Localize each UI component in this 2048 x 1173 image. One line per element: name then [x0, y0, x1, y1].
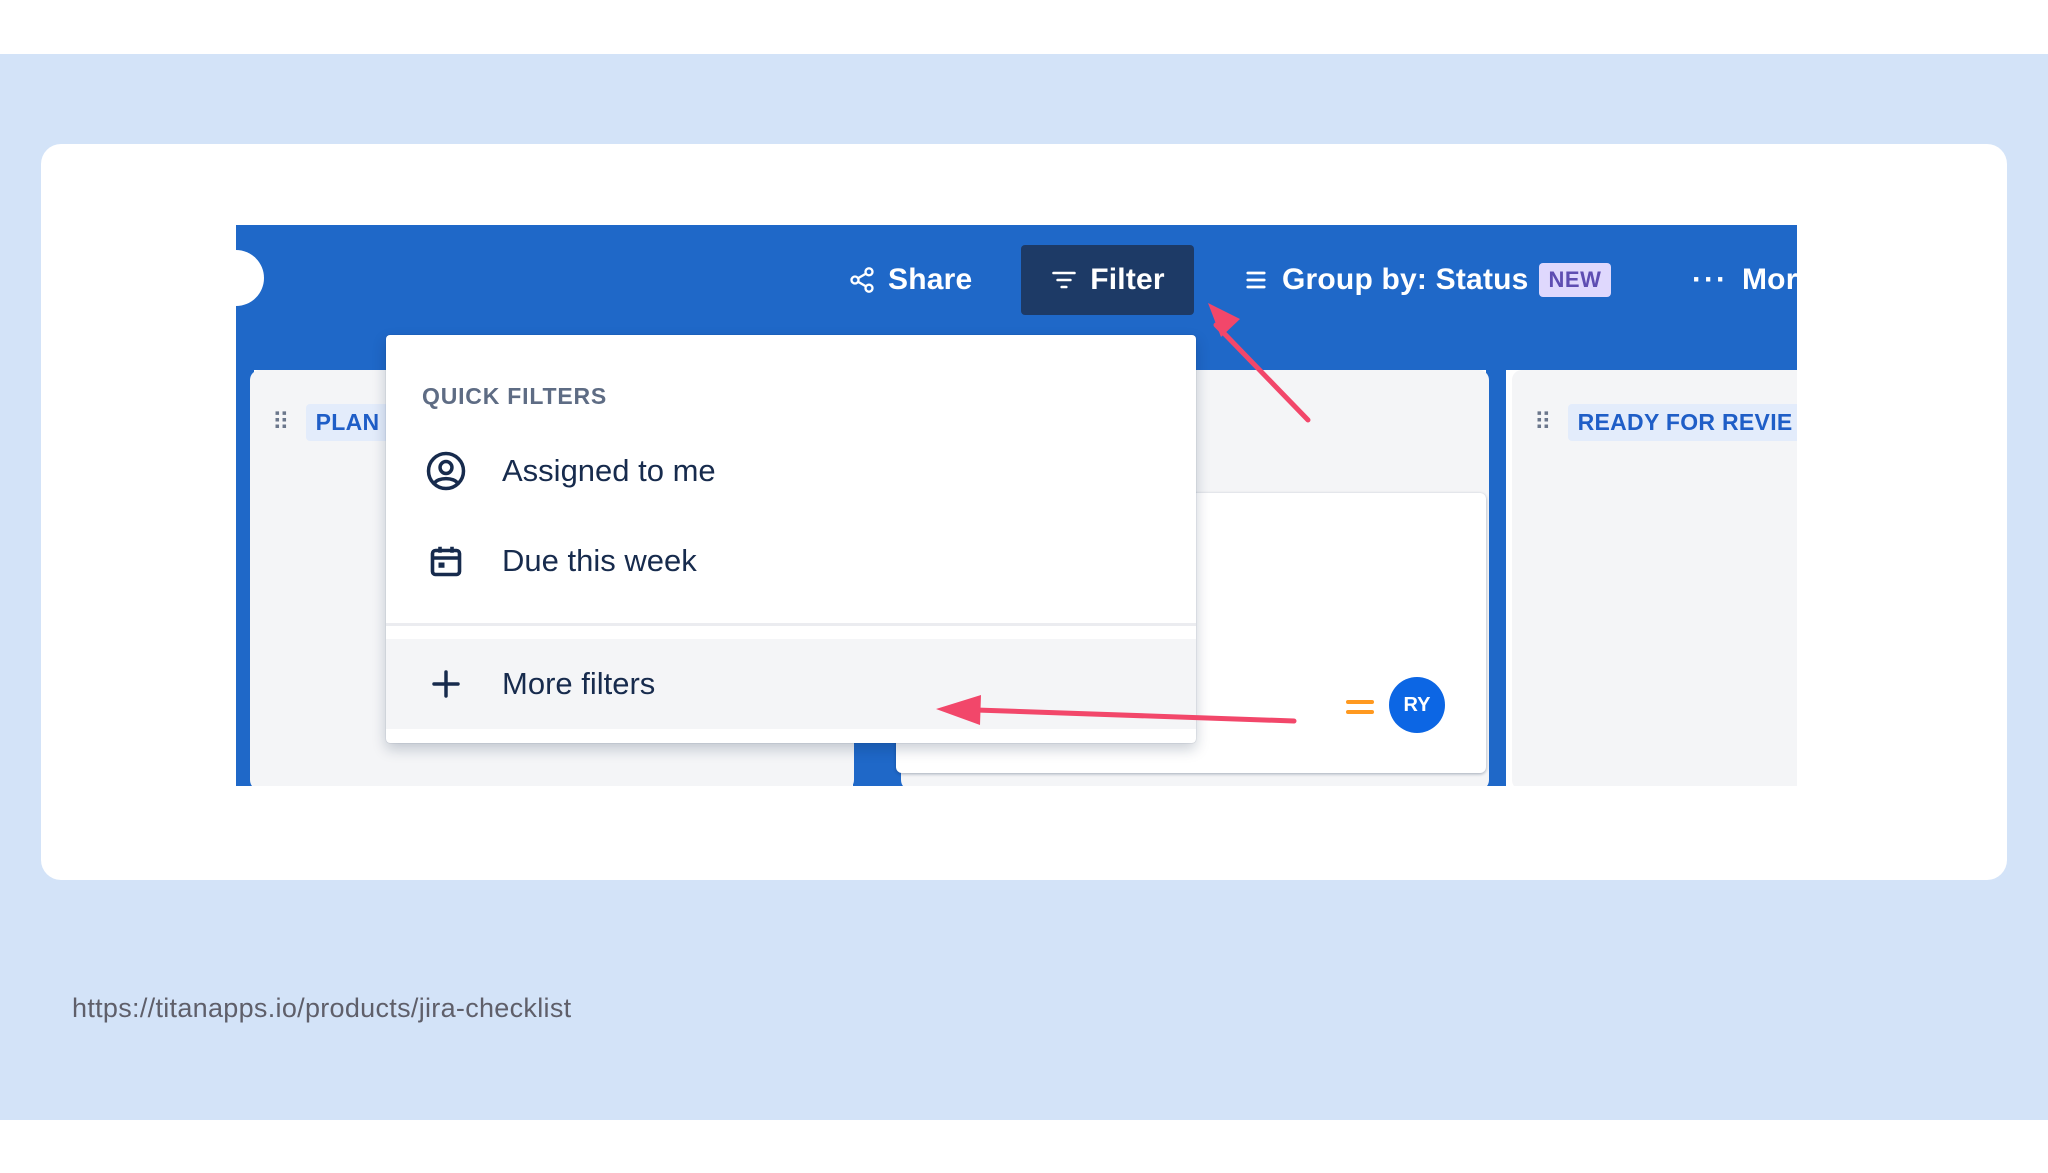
share-button[interactable]: Share: [848, 245, 972, 315]
jira-board-screenshot: Share Filter Group by: Status NEW ··· Mo…: [236, 225, 1797, 786]
more-filters-button[interactable]: More filters: [422, 660, 655, 708]
project-avatar[interactable]: [236, 250, 264, 306]
board-column-ready-for-review: ⠿ READY FOR REVIE: [1512, 370, 1797, 786]
quick-filters-dropdown: QUICK FILTERS Assigned to me Due this we…: [386, 335, 1196, 743]
column-header[interactable]: ⠿ READY FOR REVIE: [1534, 404, 1797, 441]
quick-filters-heading: QUICK FILTERS: [422, 383, 608, 409]
user-circle-icon: [422, 447, 470, 495]
filter-due-this-week[interactable]: Due this week: [422, 537, 697, 585]
filter-label: Filter: [1090, 263, 1165, 296]
filter-icon: [1052, 271, 1077, 289]
group-list-icon: [1246, 271, 1266, 289]
more-button[interactable]: ··· More: [1692, 245, 1797, 315]
column-header[interactable]: ⠿ PLAN: [272, 404, 390, 441]
more-filters-label: More filters: [502, 666, 656, 701]
assignee-avatar[interactable]: RY: [1389, 677, 1445, 733]
column-gap: [1486, 370, 1506, 786]
more-label: More: [1741, 263, 1797, 296]
drag-handle-icon[interactable]: ⠿: [272, 410, 290, 435]
share-icon: [850, 267, 874, 293]
dropdown-divider: [386, 623, 1196, 626]
filter-label: Assigned to me: [502, 453, 716, 488]
more-dots-icon: ···: [1692, 263, 1728, 296]
column-title: PLAN: [305, 404, 390, 441]
filter-assigned-to-me[interactable]: Assigned to me: [422, 447, 716, 495]
priority-medium-icon: [1346, 700, 1374, 722]
group-by-label: Group by: Status: [1282, 263, 1529, 296]
filter-label: Due this week: [502, 543, 697, 578]
group-by-button[interactable]: Group by: Status NEW: [1242, 245, 1612, 315]
new-badge: NEW: [1538, 263, 1612, 297]
source-url[interactable]: https://titanapps.io/products/jira-check…: [72, 993, 571, 1024]
drag-handle-icon[interactable]: ⠿: [1534, 410, 1552, 435]
more-filters-row[interactable]: More filters: [386, 639, 1196, 729]
share-label: Share: [888, 263, 973, 296]
plus-icon: [422, 660, 470, 708]
column-title: READY FOR REVIE: [1567, 404, 1797, 441]
filter-button[interactable]: Filter: [1021, 245, 1194, 315]
calendar-icon: [422, 537, 470, 585]
